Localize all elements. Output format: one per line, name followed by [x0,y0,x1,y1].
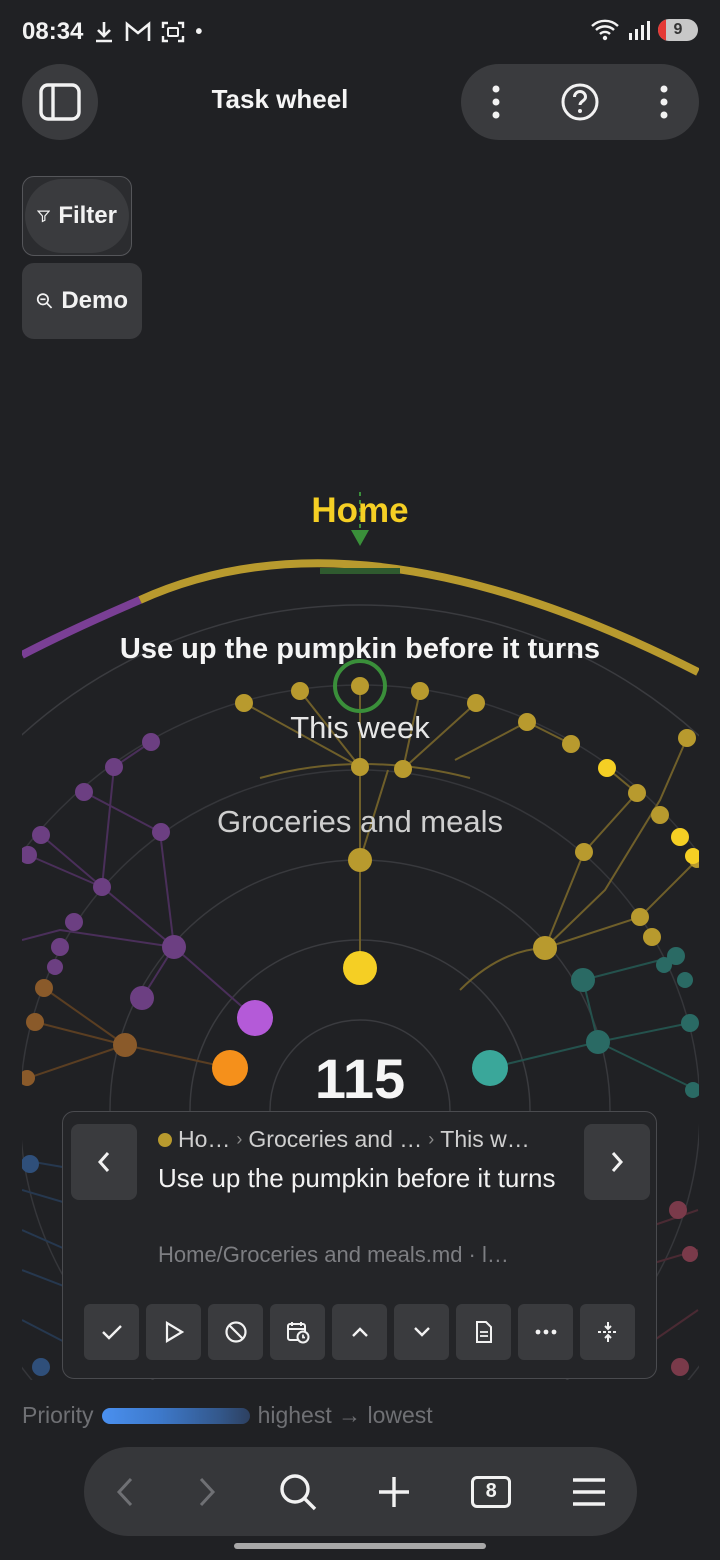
status-bar-right: 9 [590,18,698,42]
search-icon[interactable] [278,1472,318,1512]
priority-label: Priority [22,1402,94,1428]
priority-legend: Priority highest → lowest [22,1402,433,1429]
zoom-out-icon [36,293,53,309]
raise-priority-button[interactable] [332,1304,387,1360]
schedule-button[interactable] [270,1304,325,1360]
status-time: 08:34 [22,18,84,45]
filter-icon [37,210,51,223]
wheel-level1-label: This week [290,710,430,745]
priority-gradient [101,1407,250,1424]
status-dot: • [195,20,203,43]
status-bar-left: 08:34 • [22,18,202,46]
chevron-up-icon [351,1327,368,1337]
download-icon [96,22,113,43]
new-tab-icon[interactable] [377,1475,411,1509]
breadcrumb: Ho… › Groceries and … › This w… [158,1126,578,1153]
home-indicator[interactable] [234,1543,486,1549]
task-actions [84,1304,635,1360]
document-icon [475,1321,492,1343]
calendar-clock-icon [286,1322,309,1344]
wheel-center-count: 115 [315,1047,405,1110]
screenshot-icon [162,21,185,43]
task-file-path[interactable]: Home/Groceries and meals.md · l… [158,1242,578,1268]
wifi-icon [591,19,619,41]
demo-label: Demo [61,287,128,314]
task-title: Use up the pumpkin before it turns [158,1163,556,1193]
battery-icon: 9 [658,19,698,41]
breadcrumb-item[interactable]: Groceries and … [248,1126,422,1153]
tabs-count-button[interactable]: 8 [471,1475,512,1508]
menu-icon[interactable] [571,1477,607,1507]
more-horizontal-icon [535,1329,556,1335]
gmail-icon [126,21,151,41]
play-icon [165,1321,184,1343]
chevron-right-icon [611,1152,624,1172]
filter-label: Filter [58,202,117,229]
task-card: Ho… › Groceries and … › This w… Use up t… [62,1111,657,1379]
lower-priority-button[interactable] [394,1304,449,1360]
forward-icon[interactable] [196,1476,218,1508]
next-task-button[interactable] [584,1124,650,1200]
wheel-segment-label: Home [311,491,408,530]
priority-range: highest → lowest [257,1402,433,1428]
home-color-dot [158,1132,172,1147]
signal-icon [629,21,650,40]
start-button[interactable] [146,1304,201,1360]
wheel-task-label: Use up the pumpkin before it turns [120,633,600,665]
more-actions-button[interactable] [518,1304,573,1360]
complete-button[interactable] [84,1304,139,1360]
breadcrumb-separator-icon: › [236,1129,243,1149]
battery-level: 9 [673,21,683,38]
open-note-button[interactable] [456,1304,511,1360]
demo-button[interactable]: Demo [22,263,142,339]
chevron-left-icon [97,1152,110,1172]
header-actions [461,64,699,140]
breadcrumb-item[interactable]: Ho… [178,1126,230,1153]
browser-navigation-bar: 8 [84,1447,637,1536]
chevron-down-icon [413,1327,430,1337]
back-icon[interactable] [114,1476,136,1508]
wheel-level2-label: Groceries and meals [217,804,503,839]
more-vertical-icon[interactable] [491,85,501,119]
collapse-icon [597,1322,618,1342]
breadcrumb-separator-icon: › [428,1129,435,1149]
overflow-menu-icon[interactable] [659,85,669,119]
filter-button[interactable]: Filter [22,176,132,256]
block-icon [224,1321,247,1343]
check-icon [101,1325,122,1340]
breadcrumb-item[interactable]: This w… [440,1126,529,1153]
cancel-button[interactable] [208,1304,263,1360]
help-icon[interactable] [560,82,600,122]
collapse-button[interactable] [580,1304,635,1360]
previous-task-button[interactable] [71,1124,137,1200]
